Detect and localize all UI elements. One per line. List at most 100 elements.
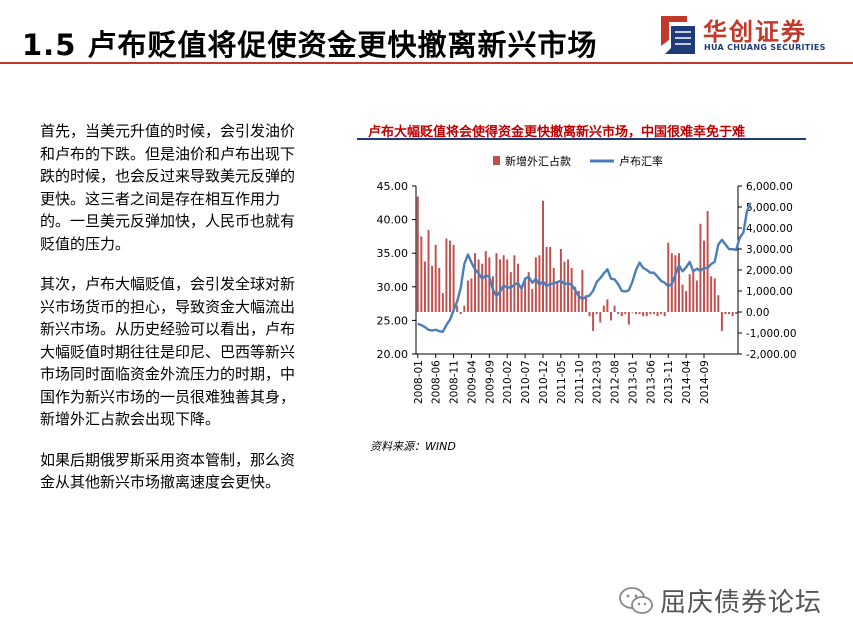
bar — [427, 230, 430, 312]
x-tick-label: 2008-11 — [449, 360, 461, 404]
bar — [567, 259, 570, 312]
bar — [431, 265, 434, 312]
bar — [620, 312, 623, 317]
bar — [452, 244, 455, 312]
source-note: 资料来源：WIND — [370, 440, 456, 453]
bar — [495, 253, 498, 312]
y-right-tick-label: 3,000.00 — [746, 244, 793, 256]
bar — [638, 312, 641, 315]
bar — [563, 261, 566, 312]
bar — [699, 223, 702, 312]
bar — [423, 261, 426, 312]
title-divider — [0, 62, 853, 64]
chart-svg: 新增外汇占款 卢布汇率 20.00 25.00 30.00 35.00 40.00 45.00… — [377, 154, 797, 404]
logo-name-cn: 华创证券 — [703, 18, 807, 46]
bar — [713, 278, 716, 312]
bar — [534, 257, 537, 312]
bar — [695, 280, 698, 312]
page-title: 1.5 卢布贬值将促使资金更快撤离新兴市场 — [22, 28, 598, 62]
x-tick-label: 2013-11 — [663, 360, 675, 404]
bar — [549, 246, 552, 312]
bar — [624, 312, 627, 315]
bar — [685, 291, 688, 312]
bar — [602, 305, 605, 312]
wechat-icon — [619, 586, 653, 614]
bar — [592, 312, 595, 331]
y-left-tick-label: 35.00 — [377, 247, 409, 260]
bar — [703, 240, 705, 312]
y-right-tick-label: 2,000.00 — [746, 265, 793, 277]
bar — [499, 259, 502, 312]
footer-text: 屈庆债券论坛 — [660, 588, 823, 618]
x-tick-label: 2013-01 — [627, 360, 639, 404]
chart-panel: 新增外汇占款 卢布汇率 20.00 25.00 30.00 35.00 40.00 45.00… — [357, 140, 806, 423]
bar — [477, 259, 480, 312]
y-right-tick-label: 0.00 — [746, 307, 769, 319]
bar — [681, 284, 684, 312]
bar — [481, 263, 484, 312]
x-tick-label: 2009-04 — [466, 360, 478, 404]
bar — [688, 274, 691, 312]
y-left-tick-label: 30.00 — [377, 281, 409, 294]
y-left-tick-label: 40.00 — [377, 214, 409, 227]
bar — [720, 312, 723, 331]
bar — [613, 305, 616, 312]
bar — [466, 280, 469, 312]
bar — [706, 211, 709, 312]
bar — [677, 253, 680, 312]
bar — [599, 312, 602, 323]
y-right-tick-label: 6,000.00 — [746, 181, 793, 193]
bar — [663, 312, 666, 317]
x-tick-label: 2010-02 — [502, 360, 514, 404]
paragraph-3: 如果后期俄罗斯采用资本管制，那么资金从其他新兴市场撤离速度会更快。 — [40, 450, 296, 492]
bar — [617, 312, 620, 315]
legend-swatch-bar — [493, 156, 500, 165]
bar — [449, 240, 451, 312]
x-tick-label: 2012-08 — [610, 360, 622, 404]
bar — [520, 286, 523, 312]
x-tick-label: 2008-01 — [413, 360, 425, 404]
bar — [488, 257, 491, 312]
bar — [728, 312, 731, 315]
y-left-tick-label: 25.00 — [377, 314, 409, 327]
logo-mark-icon — [661, 16, 695, 54]
bar — [588, 312, 591, 317]
bar — [570, 267, 573, 312]
bar — [642, 312, 645, 317]
x-tick-label: 2012-03 — [592, 360, 604, 404]
legend-label-bar: 新增外汇占款 — [505, 154, 571, 168]
y-right-tick-label: 4,000.00 — [746, 223, 793, 235]
bar — [438, 267, 441, 312]
x-tick-label: 2009-09 — [484, 360, 496, 404]
y-left-tick-label: 45.00 — [377, 180, 409, 193]
bar — [463, 305, 466, 312]
bar — [717, 295, 720, 312]
bar — [441, 293, 444, 312]
legend-label-line: 卢布汇率 — [619, 154, 663, 168]
bar — [581, 270, 584, 312]
x-tick-label: 2011-05 — [556, 360, 568, 404]
bar — [556, 282, 559, 312]
x-tick-label: 2014-04 — [681, 360, 693, 404]
bar — [434, 244, 437, 312]
y-right-tick-label: 5,000.00 — [746, 202, 793, 214]
bar — [456, 305, 459, 312]
x-tick-label: 2010-12 — [538, 360, 550, 404]
x-tick-label: 2008-06 — [431, 360, 443, 404]
bar — [595, 312, 598, 315]
bar — [445, 238, 448, 312]
paragraph-2: 其次，卢布大幅贬值，会引发全球对新兴市场货币的担心，导致资金大幅流出新兴市场。从… — [40, 275, 296, 428]
y-right-tick-label: -1,000.00 — [746, 328, 797, 340]
y-right-tick-label: 1,000.00 — [746, 286, 793, 298]
bar — [635, 312, 638, 315]
bar — [509, 272, 512, 312]
bar — [656, 312, 659, 317]
bar — [610, 312, 612, 321]
bar — [645, 312, 648, 317]
bar — [674, 255, 677, 312]
bar — [420, 236, 423, 312]
bar — [710, 276, 713, 312]
company-logo: 华创证券 HUA CHUANG SECURITIES — [657, 10, 847, 58]
bar — [531, 288, 534, 312]
bar — [502, 255, 505, 312]
